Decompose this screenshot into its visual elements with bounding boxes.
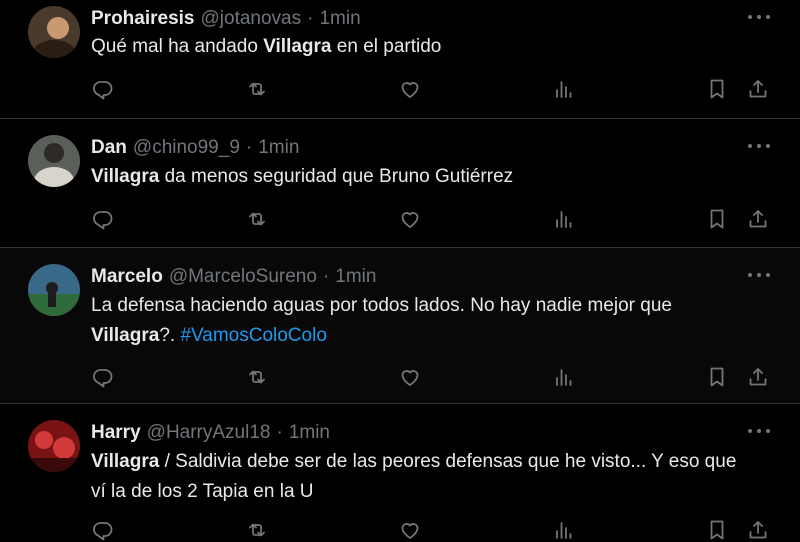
reply-icon[interactable]: [91, 518, 115, 542]
author-name[interactable]: Prohairesis: [91, 8, 195, 30]
bookmark-icon[interactable]: [705, 207, 729, 231]
text-segment: Qué mal ha andado: [91, 36, 264, 57]
tweet-header: Harry @HarryAzul18 · 1min: [91, 422, 330, 446]
share-icon[interactable]: [746, 518, 770, 542]
tweet[interactable]: Prohairesis @jotanovas · 1min Qué mal ha…: [0, 0, 800, 119]
timestamp[interactable]: 1min: [319, 8, 360, 30]
tweet-text: Villagra / Saldivia debe ser de las peor…: [91, 447, 770, 507]
more-icon[interactable]: [748, 15, 770, 21]
views-icon[interactable]: [552, 518, 576, 542]
tweet-header: Prohairesis @jotanovas · 1min: [91, 8, 361, 32]
like-icon[interactable]: [398, 77, 422, 101]
separator-dot: ·: [307, 8, 314, 29]
separator-dot: ·: [276, 422, 283, 443]
retweet-icon[interactable]: [245, 77, 269, 101]
tweet-text: La defensa haciendo aguas por todos lado…: [91, 291, 770, 351]
avatar[interactable]: [28, 264, 80, 316]
views-icon[interactable]: [552, 365, 576, 389]
more-icon[interactable]: [748, 273, 770, 279]
tweet-text: Villagra da menos seguridad que Bruno Gu…: [91, 162, 770, 192]
tweet-actions: [0, 207, 800, 231]
author-name[interactable]: Harry: [91, 422, 141, 444]
tweet[interactable]: Marcelo @MarceloSureno · 1min La defensa…: [0, 248, 800, 404]
tweet-text: Qué mal ha andado Villagra en el partido: [91, 32, 770, 62]
avatar[interactable]: [28, 420, 80, 472]
separator-dot: ·: [322, 266, 330, 287]
reply-icon[interactable]: [91, 77, 115, 101]
tweet-actions: [0, 365, 800, 389]
timestamp[interactable]: 1min: [335, 266, 376, 288]
mention-bold: Villagra: [91, 325, 160, 346]
retweet-icon[interactable]: [245, 518, 269, 542]
more-icon[interactable]: [748, 144, 770, 150]
bookmark-icon[interactable]: [705, 518, 729, 542]
tweet-actions: [0, 77, 800, 101]
mention-bold: Villagra: [91, 451, 160, 472]
author-name[interactable]: Marcelo: [91, 266, 163, 288]
author-handle[interactable]: @jotanovas: [201, 8, 302, 30]
timestamp[interactable]: 1min: [289, 422, 330, 444]
text-segment: ví la de los 2 Tapia en la U: [91, 481, 314, 502]
hashtag-link[interactable]: #VamosColoColo: [180, 325, 326, 346]
share-icon[interactable]: [746, 365, 770, 389]
tweet-actions: [0, 518, 800, 542]
timestamp[interactable]: 1min: [258, 137, 299, 159]
text-segment: da menos seguridad que Bruno Gutiérrez: [159, 166, 514, 187]
share-icon[interactable]: [746, 77, 770, 101]
views-icon[interactable]: [552, 207, 576, 231]
avatar[interactable]: [28, 135, 80, 187]
like-icon[interactable]: [398, 365, 422, 389]
bookmark-icon[interactable]: [705, 365, 729, 389]
reply-icon[interactable]: [91, 207, 115, 231]
text-segment: ?.: [159, 325, 181, 346]
more-icon[interactable]: [748, 429, 770, 435]
text-segment: / Saldivia debe ser de las peores defens…: [159, 451, 737, 472]
author-handle[interactable]: @MarceloSureno: [169, 266, 317, 288]
mention-bold: Villagra: [91, 166, 160, 187]
text-segment: La defensa haciendo aguas por todos lado…: [91, 295, 672, 316]
timeline-feed: Prohairesis @jotanovas · 1min Qué mal ha…: [0, 0, 800, 542]
text-segment: en el partido: [331, 36, 442, 57]
tweet-header: Dan @chino99_9 · 1min: [91, 137, 299, 161]
mention-bold: Villagra: [263, 36, 332, 57]
author-name[interactable]: Dan: [91, 137, 127, 159]
share-icon[interactable]: [746, 207, 770, 231]
like-icon[interactable]: [398, 207, 422, 231]
retweet-icon[interactable]: [245, 207, 269, 231]
author-handle[interactable]: @HarryAzul18: [147, 422, 271, 444]
retweet-icon[interactable]: [245, 365, 269, 389]
bookmark-icon[interactable]: [705, 77, 729, 101]
author-handle[interactable]: @chino99_9: [133, 137, 240, 159]
tweet-header: Marcelo @MarceloSureno · 1min: [91, 266, 376, 290]
reply-icon[interactable]: [91, 365, 115, 389]
avatar[interactable]: [28, 6, 80, 58]
separator-dot: ·: [245, 137, 253, 158]
tweet[interactable]: Dan @chino99_9 · 1min Villagra da menos …: [0, 119, 800, 248]
views-icon[interactable]: [552, 77, 576, 101]
tweet[interactable]: Harry @HarryAzul18 · 1min Villagra / Sal…: [0, 404, 800, 542]
like-icon[interactable]: [398, 518, 422, 542]
